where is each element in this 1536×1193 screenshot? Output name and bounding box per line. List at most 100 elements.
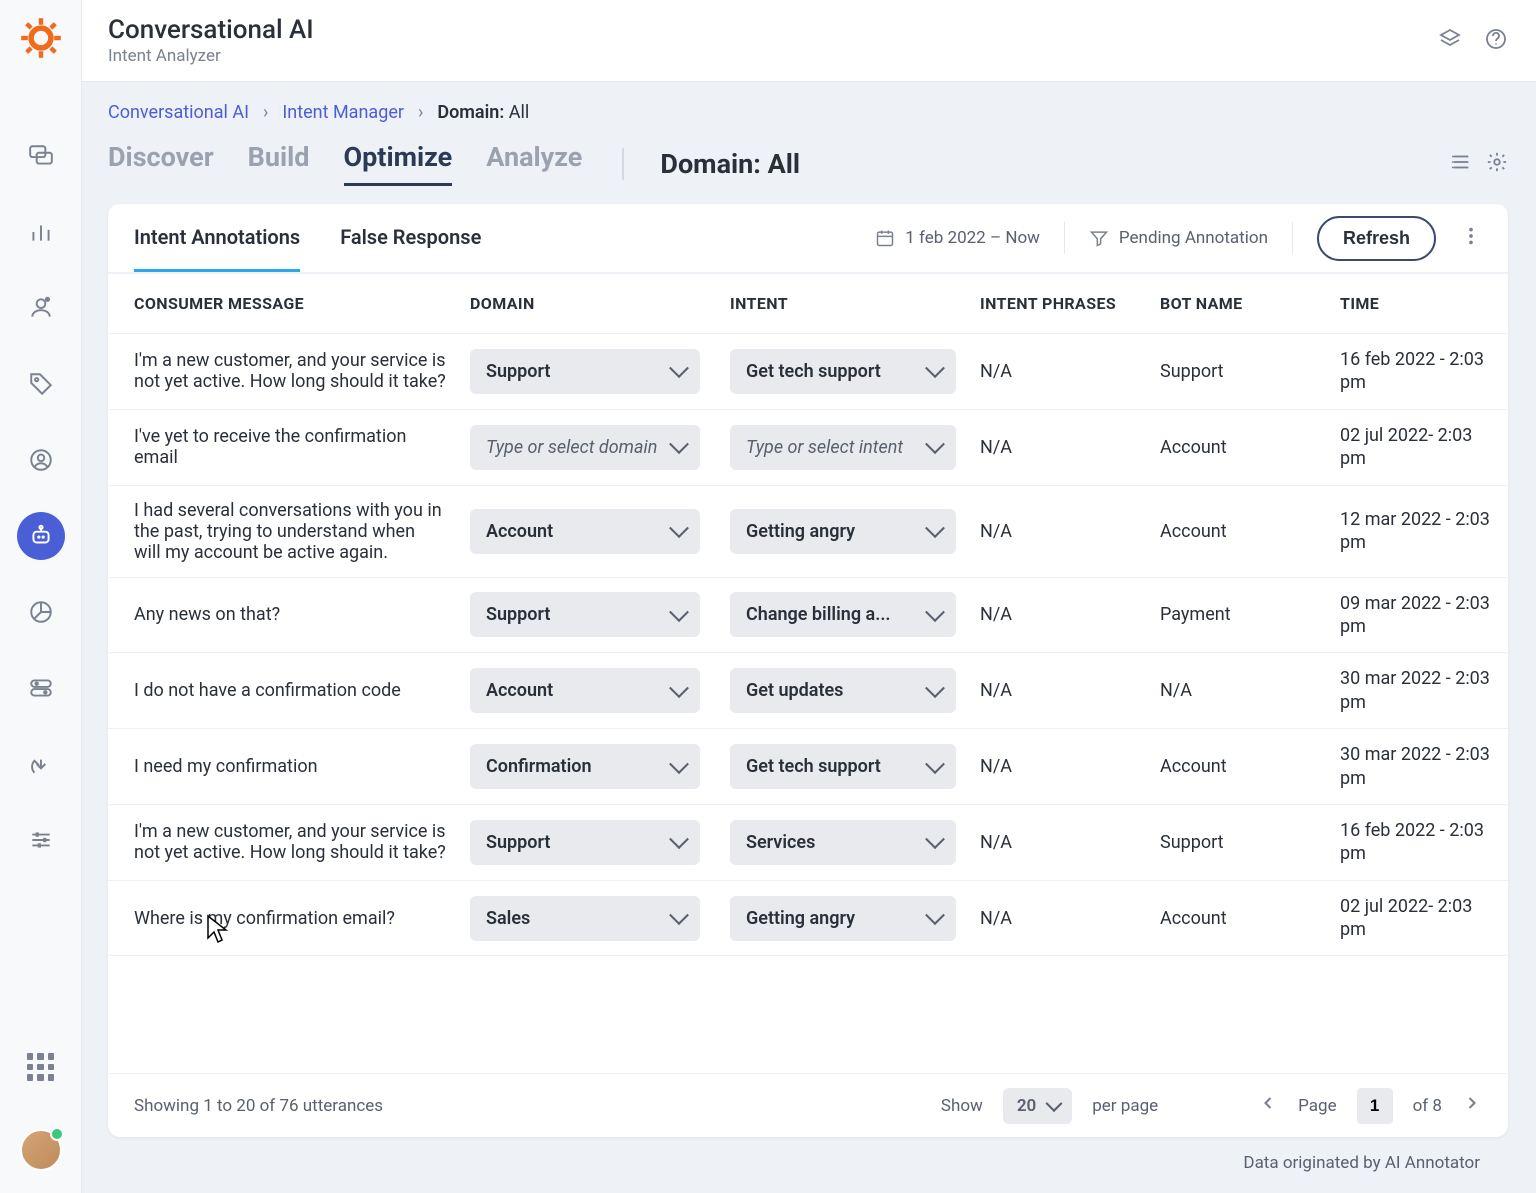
table-row: I need my confirmation Confirmation Get … <box>108 729 1508 805</box>
col-bot-name: BOT NAME <box>1148 274 1328 334</box>
cell-time: 02 jul 2022- 2:03 pm <box>1328 409 1508 485</box>
refresh-button[interactable]: Refresh <box>1317 216 1436 261</box>
domain-heading: Domain: All <box>622 148 800 180</box>
cell-time: 02 jul 2022- 2:03 pm <box>1328 880 1508 956</box>
table-row: I do not have a confirmation code Accoun… <box>108 653 1508 729</box>
app-title: Conversational AI <box>108 15 314 45</box>
cell-message: I do not have a confirmation code <box>108 653 458 729</box>
list-view-icon[interactable] <box>1450 151 1472 177</box>
sidebar-user-icon[interactable] <box>17 436 65 484</box>
sidebar-chat-icon[interactable] <box>17 132 65 180</box>
col-consumer-message: CONSUMER MESSAGE <box>108 274 458 334</box>
more-menu-icon[interactable] <box>1460 225 1482 251</box>
page-input[interactable] <box>1357 1088 1393 1124</box>
user-avatar[interactable] <box>20 1129 62 1171</box>
intent-select[interactable]: Change billing a... <box>730 592 956 637</box>
chevron-right-icon: › <box>263 102 268 123</box>
cell-time: 30 mar 2022 - 2:03 pm <box>1328 729 1508 805</box>
layers-icon[interactable] <box>1438 27 1462 55</box>
cell-time: 16 feb 2022 - 2:03 pm <box>1328 334 1508 410</box>
cell-bot: Account <box>1148 729 1328 805</box>
sidebar-agent-icon[interactable] <box>17 284 65 332</box>
cell-phrases: N/A <box>968 804 1148 880</box>
intent-select[interactable]: Type or select intent <box>730 425 956 470</box>
sidebar-sliders-icon[interactable] <box>17 816 65 864</box>
app-subtitle: Intent Analyzer <box>108 46 314 66</box>
cell-bot: Support <box>1148 334 1328 410</box>
tab-optimize[interactable]: Optimize <box>344 141 453 186</box>
sidebar-toggle-icon[interactable] <box>17 664 65 712</box>
table-row: I'm a new customer, and your service is … <box>108 334 1508 410</box>
cell-phrases: N/A <box>968 577 1148 653</box>
domain-select[interactable]: Account <box>470 509 700 554</box>
cell-time: 12 mar 2022 - 2:03 pm <box>1328 485 1508 577</box>
cell-message: I need my confirmation <box>108 729 458 805</box>
sidebar-tag-icon[interactable] <box>17 360 65 408</box>
sidebar-plug-icon[interactable] <box>17 740 65 788</box>
domain-select[interactable]: Type or select domain <box>470 425 700 470</box>
cell-phrases: N/A <box>968 653 1148 729</box>
help-icon[interactable] <box>1484 27 1508 55</box>
cell-message: I had several conversations with you in … <box>108 485 458 577</box>
tab-analyze[interactable]: Analyze <box>486 141 582 186</box>
settings-gear-icon[interactable] <box>1486 151 1508 177</box>
cell-message: I've yet to receive the confirmation ema… <box>108 409 458 485</box>
apps-grid-icon[interactable] <box>27 1053 55 1081</box>
table-row: I've yet to receive the confirmation ema… <box>108 409 1508 485</box>
domain-select[interactable]: Sales <box>470 896 700 941</box>
date-range-picker[interactable]: 1 feb 2022 – Now <box>875 228 1040 248</box>
cell-bot: Account <box>1148 880 1328 956</box>
col-domain: DOMAIN <box>458 274 718 334</box>
intent-select[interactable]: Get updates <box>730 668 956 713</box>
table-row: Where is my confirmation email? Sales Ge… <box>108 880 1508 956</box>
sidebar-pie-icon[interactable] <box>17 588 65 636</box>
page-prev-icon[interactable] <box>1258 1093 1278 1118</box>
cell-bot: Payment <box>1148 577 1328 653</box>
page-next-icon[interactable] <box>1462 1093 1482 1118</box>
intent-select[interactable]: Get tech support <box>730 744 956 789</box>
cell-message: Any news on that? <box>108 577 458 653</box>
intent-select[interactable]: Get tech support <box>730 349 956 394</box>
cell-bot: N/A <box>1148 653 1328 729</box>
cell-phrases: N/A <box>968 880 1148 956</box>
domain-select[interactable]: Support <box>470 820 700 865</box>
cell-phrases: N/A <box>968 334 1148 410</box>
breadcrumb-link-intent-manager[interactable]: Intent Manager <box>282 102 404 123</box>
logo-gear-icon <box>17 14 65 62</box>
col-intent: INTENT <box>718 274 968 334</box>
intent-select[interactable]: Getting angry <box>730 896 956 941</box>
cell-time: 30 mar 2022 - 2:03 pm <box>1328 653 1508 729</box>
sidebar-analytics-icon[interactable] <box>17 208 65 256</box>
domain-select[interactable]: Confirmation <box>470 744 700 789</box>
tab-discover[interactable]: Discover <box>108 141 214 186</box>
cell-phrases: N/A <box>968 485 1148 577</box>
intent-select[interactable]: Services <box>730 820 956 865</box>
domain-select[interactable]: Support <box>470 592 700 637</box>
table-row: I'm a new customer, and your service is … <box>108 804 1508 880</box>
domain-select[interactable]: Account <box>470 668 700 713</box>
col-intent-phrases: INTENT PHRASES <box>968 274 1148 334</box>
cell-bot: Account <box>1148 409 1328 485</box>
breadcrumb-link-conversational-ai[interactable]: Conversational AI <box>108 102 249 123</box>
cell-phrases: N/A <box>968 409 1148 485</box>
table-footer: Showing 1 to 20 of 76 utterances Show 20… <box>108 1073 1508 1137</box>
filter-status[interactable]: Pending Annotation <box>1089 228 1268 248</box>
cell-message: Where is my confirmation email? <box>108 880 458 956</box>
col-time: TIME <box>1328 274 1508 334</box>
annotations-card: Intent Annotations False Response 1 feb … <box>108 204 1508 1137</box>
tab-build[interactable]: Build <box>248 141 310 186</box>
cell-message: I'm a new customer, and your service is … <box>108 334 458 410</box>
cell-bot: Account <box>1148 485 1328 577</box>
domain-select[interactable]: Support <box>470 349 700 394</box>
cell-time: 09 mar 2022 - 2:03 pm <box>1328 577 1508 653</box>
annotations-table: CONSUMER MESSAGE DOMAIN INTENT INTENT PH… <box>108 274 1508 956</box>
page-size-select[interactable]: 20 <box>1003 1088 1072 1124</box>
cell-bot: Support <box>1148 804 1328 880</box>
sidebar-bot-icon[interactable] <box>17 512 65 560</box>
subtab-false-response[interactable]: False Response <box>340 204 481 272</box>
subtab-intent-annotations[interactable]: Intent Annotations <box>134 204 300 272</box>
status-online-dot <box>50 1127 64 1141</box>
sidebar <box>0 0 82 1193</box>
showing-text: Showing 1 to 20 of 76 utterances <box>134 1096 383 1116</box>
intent-select[interactable]: Getting angry <box>730 509 956 554</box>
